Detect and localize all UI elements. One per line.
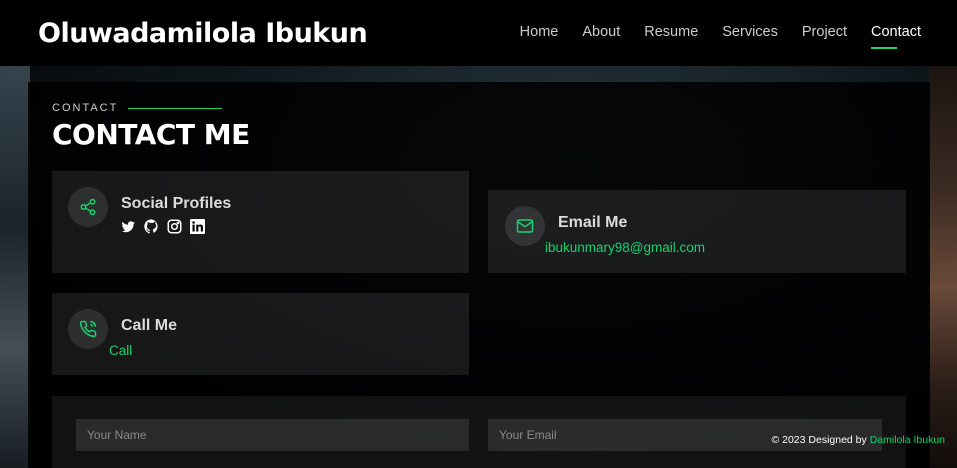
section-label-text: CONTACT xyxy=(52,102,119,114)
nav-resume[interactable]: Resume xyxy=(644,24,698,42)
email-title: Email Me xyxy=(558,214,628,231)
call-link[interactable]: Call xyxy=(109,343,132,358)
footer-credit: © 2023 Designed by Damilola Ibukun xyxy=(771,434,945,446)
twitter-icon[interactable] xyxy=(121,220,136,234)
social-icons xyxy=(121,219,205,234)
site-logo[interactable]: Oluwadamilola Ibukun xyxy=(38,18,368,49)
main-nav: Home About Resume Services Project Conta… xyxy=(520,24,921,49)
email-link[interactable]: ibukunmary98@gmail.com xyxy=(545,240,705,255)
nav-home[interactable]: Home xyxy=(520,24,559,42)
linkedin-icon[interactable] xyxy=(190,219,205,234)
background-right-decor xyxy=(929,66,957,468)
footer-prefix: © 2023 Designed by xyxy=(771,434,867,446)
call-title: Call Me xyxy=(121,317,178,334)
social-profiles-title: Social Profiles xyxy=(121,195,232,212)
share-icon xyxy=(68,187,108,227)
name-input[interactable] xyxy=(76,419,469,451)
phone-icon xyxy=(68,309,108,349)
nav-contact[interactable]: Contact xyxy=(871,24,921,49)
footer-author-link[interactable]: Damilola Ibukun xyxy=(870,434,945,446)
background-left-decor xyxy=(0,66,30,468)
page-title: CONTACT ME xyxy=(52,118,250,151)
call-card xyxy=(52,293,469,375)
section-label-line xyxy=(128,107,223,109)
nav-services[interactable]: Services xyxy=(722,24,778,42)
nav-project[interactable]: Project xyxy=(802,24,847,42)
email-card xyxy=(488,190,906,273)
social-profiles-card xyxy=(52,171,469,273)
nav-about[interactable]: About xyxy=(582,24,620,42)
github-icon[interactable] xyxy=(144,219,159,234)
instagram-icon[interactable] xyxy=(167,219,182,234)
section-label: CONTACT xyxy=(52,102,223,114)
site-header: Oluwadamilola Ibukun Home About Resume S… xyxy=(0,0,957,66)
envelope-icon xyxy=(505,206,545,246)
